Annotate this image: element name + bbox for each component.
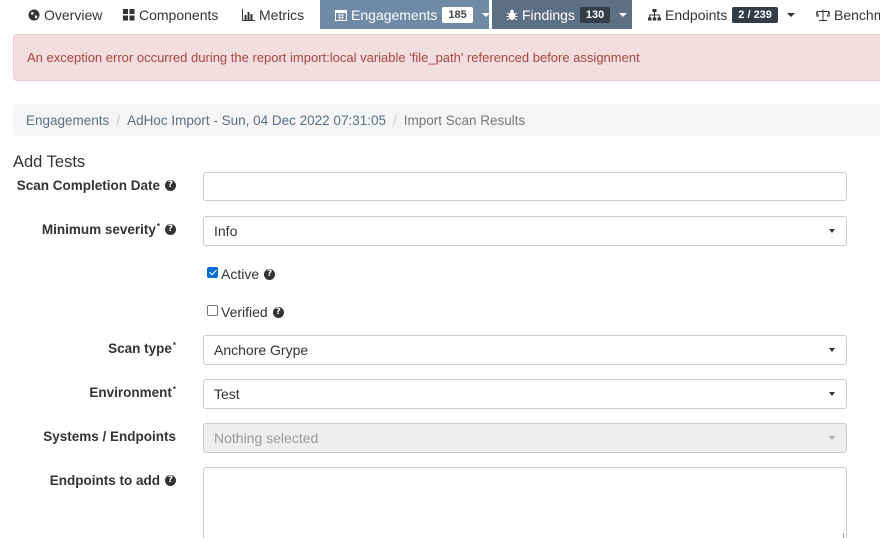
minimum-severity-select[interactable]: Info <box>203 216 847 246</box>
minimum-severity-label: Minimum severity * ? <box>42 222 176 237</box>
required-mark: * <box>156 222 160 231</box>
nav-benchmarks-label: Benchm <box>834 6 880 23</box>
caret-down-icon <box>829 392 835 396</box>
verified-checkbox-row[interactable]: Verified ? <box>207 304 284 320</box>
nav-components-label: Components <box>139 6 219 23</box>
nav-metrics-label: Metrics <box>259 6 305 23</box>
scan-completion-date-label-text: Scan Completion Date <box>16 178 160 193</box>
systems-endpoints-label: Systems / Endpoints <box>43 429 176 444</box>
nav-engagements[interactable]: Engagements 185 <box>320 0 490 29</box>
endpoints-to-add-label-text: Endpoints to add <box>49 473 160 488</box>
systems-endpoints-select: Nothing selected <box>203 423 847 453</box>
grid-icon <box>123 8 135 21</box>
resize-handle-icon[interactable] <box>837 533 844 538</box>
bug-icon <box>506 9 518 21</box>
nav-overview-label: Overview <box>44 6 103 23</box>
nav-endpoints-label: Endpoints <box>665 6 728 23</box>
nav-components[interactable]: Components <box>123 0 218 29</box>
breadcrumb-current: Import Scan Results <box>403 112 526 128</box>
chevron-down-icon <box>786 12 795 17</box>
help-icon[interactable]: ? <box>165 475 176 486</box>
nav-engagements-label: Engagements <box>351 6 438 23</box>
systems-endpoints-label-text: Systems / Endpoints <box>43 429 176 444</box>
caret-down-icon <box>829 436 835 440</box>
bar-chart-icon <box>242 8 255 21</box>
top-nav: Overview Components Metrics Engagements … <box>0 0 880 29</box>
environment-label-text: Environment <box>89 385 172 400</box>
findings-count-badge: 130 <box>579 6 611 23</box>
verified-label: Verified <box>221 304 268 320</box>
nav-findings-label: Findings <box>522 6 575 23</box>
calendar-icon <box>335 9 347 21</box>
scan-type-value: Anchore Grype <box>214 342 309 358</box>
balance-scale-icon <box>816 9 830 21</box>
environment-label: Environment * <box>89 385 176 400</box>
nav-endpoints[interactable]: Endpoints 2 / 239 <box>648 0 795 29</box>
breadcrumb-separator: / <box>392 112 397 128</box>
caret-down-icon <box>829 348 835 352</box>
nav-overview[interactable]: Overview <box>28 0 102 29</box>
systems-endpoints-placeholder: Nothing selected <box>214 430 319 446</box>
sitemap-icon <box>648 8 661 21</box>
error-alert-message: An exception error occurred during the r… <box>27 50 640 65</box>
minimum-severity-label-text: Minimum severity <box>41 222 156 237</box>
endpoints-to-add-textarea[interactable] <box>203 467 847 538</box>
minimum-severity-value: Info <box>214 223 238 239</box>
required-mark: * <box>172 385 176 394</box>
nav-findings[interactable]: Findings 130 <box>492 0 632 29</box>
endpoints-to-add-label: Endpoints to add ? <box>50 473 176 488</box>
error-alert: An exception error occurred during the r… <box>13 34 880 81</box>
globe-icon <box>28 9 40 21</box>
endpoints-count-badge: 2 / 239 <box>732 6 778 23</box>
nav-benchmarks[interactable]: Benchm <box>816 0 880 29</box>
scan-completion-date-input[interactable] <box>203 172 847 201</box>
breadcrumb-engagement[interactable]: AdHoc Import - Sun, 04 Dec 2022 07:31:05 <box>127 113 386 128</box>
help-icon[interactable]: ? <box>264 268 276 280</box>
nav-metrics[interactable]: Metrics <box>242 0 304 29</box>
scan-type-label: Scan type * <box>108 341 176 356</box>
scan-type-select[interactable]: Anchore Grype <box>203 335 847 365</box>
breadcrumb: Engagements / AdHoc Import - Sun, 04 Dec… <box>13 104 880 136</box>
breadcrumb-separator: / <box>116 112 121 128</box>
environment-select[interactable]: Test <box>203 379 847 409</box>
scan-type-label-text: Scan type <box>108 341 172 356</box>
verified-checkbox[interactable] <box>207 304 218 316</box>
caret-down-icon <box>829 229 835 233</box>
required-mark: * <box>172 341 176 350</box>
help-icon[interactable]: ? <box>165 180 176 191</box>
scan-completion-date-label: Scan Completion Date ? <box>17 178 176 193</box>
active-checkbox[interactable] <box>207 266 218 278</box>
chevron-down-icon <box>481 12 490 17</box>
engagements-count-badge: 185 <box>442 6 473 23</box>
help-icon[interactable]: ? <box>272 306 284 318</box>
active-checkbox-row[interactable]: Active ? <box>207 266 276 282</box>
chevron-down-icon <box>619 12 628 17</box>
active-label: Active <box>221 266 260 282</box>
environment-value: Test <box>214 386 240 402</box>
help-icon[interactable]: ? <box>165 224 176 235</box>
breadcrumb-engagements[interactable]: Engagements <box>26 113 109 128</box>
form-title: Add Tests <box>13 153 86 171</box>
